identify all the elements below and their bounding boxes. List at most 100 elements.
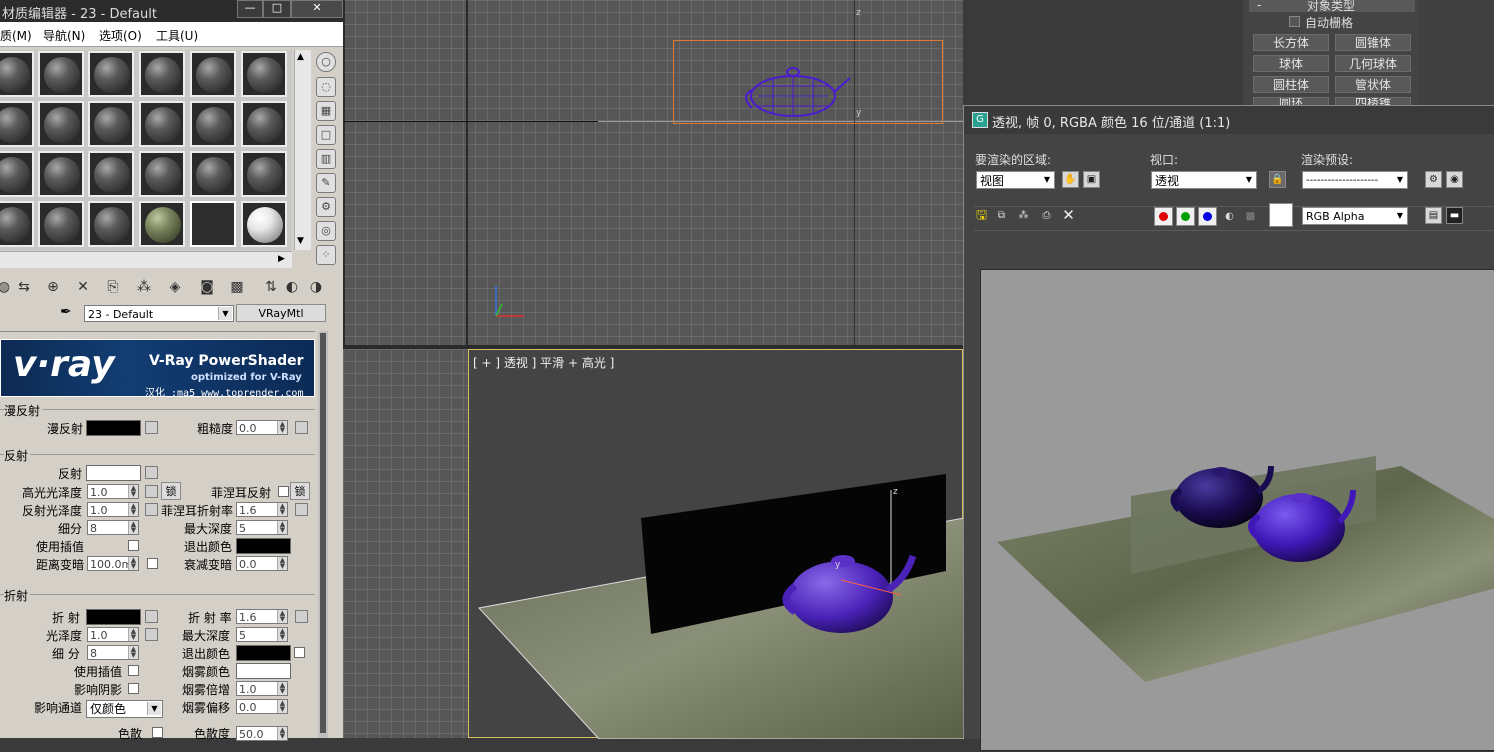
fog-mult-spinner[interactable]: 1.0 ▲ ▼ <box>236 681 288 696</box>
roughness-map-button[interactable] <box>295 421 308 434</box>
green-channel-toggle[interactable] <box>1176 207 1195 226</box>
material-slot[interactable] <box>38 151 84 197</box>
use-interp-checkbox[interactable] <box>128 540 139 551</box>
material-editor-titlebar[interactable]: 材质编辑器 - 23 - Default — □ ✕ <box>0 0 343 22</box>
subdivs-spinner[interactable]: 8 ▲ ▼ <box>87 520 139 535</box>
gloss-map-button[interactable] <box>145 628 158 641</box>
fog-color-swatch[interactable] <box>236 663 291 679</box>
params-scrollbar[interactable] <box>318 331 328 738</box>
refr-exit-color-swatch[interactable] <box>236 645 291 661</box>
area-select[interactable]: 视图 ▼ <box>976 171 1055 189</box>
refract-color-swatch[interactable] <box>86 609 141 625</box>
close-button[interactable]: ✕ <box>291 0 343 18</box>
channel-select[interactable]: RGB Alpha ▼ <box>1302 207 1408 225</box>
material-id-icon[interactable]: ◙ <box>197 277 217 297</box>
uv-tiling-icon[interactable]: □ <box>316 125 336 145</box>
material-slot[interactable] <box>139 101 185 147</box>
fresnel-checkbox[interactable] <box>278 486 289 497</box>
falloff-spinner[interactable]: 0.0 ▲ ▼ <box>236 556 288 571</box>
make-unique-icon[interactable]: ⁂ <box>134 277 154 297</box>
cone-button[interactable]: 圆锥体 <box>1335 34 1411 51</box>
make-preview-icon[interactable]: ✎ <box>316 173 336 193</box>
color-swatch[interactable] <box>1269 203 1293 227</box>
assign-material-icon[interactable]: ⊕ <box>43 277 63 297</box>
material-slot-stone[interactable] <box>139 201 185 247</box>
material-slot[interactable] <box>190 51 236 97</box>
max-depth-spinner[interactable]: 5 ▲ ▼ <box>236 520 288 535</box>
select-by-material-icon[interactable]: ◎ <box>316 221 336 241</box>
fresnel-ior-spinner[interactable]: 1.6 ▲ ▼ <box>236 502 288 517</box>
refr-use-interp-checkbox[interactable] <box>128 665 139 676</box>
hilight-gloss-map-button[interactable] <box>145 485 158 498</box>
material-type-button[interactable]: VRayMtl <box>236 304 326 322</box>
affect-channels-select[interactable]: 仅颜色 ▼ <box>86 700 163 718</box>
show-map-icon[interactable]: ▩ <box>227 277 247 297</box>
hilight-lock-button[interactable]: 锁 <box>161 482 181 500</box>
render-canvas[interactable] <box>980 269 1494 751</box>
left-viewport[interactable] <box>343 349 468 738</box>
minimize-button[interactable]: — <box>237 0 263 18</box>
lock-icon[interactable]: 🔒 <box>1269 171 1286 188</box>
red-channel-toggle[interactable] <box>1154 207 1173 226</box>
gloss-spinner[interactable]: 1.0 ▲ ▼ <box>87 627 139 642</box>
put-to-scene-icon[interactable]: ⇆ <box>14 277 34 297</box>
cylinder-button[interactable]: 圆柱体 <box>1253 76 1329 93</box>
go-sibling-icon[interactable]: ◑ <box>306 277 326 297</box>
material-navigator-icon[interactable]: ⁘ <box>316 245 336 265</box>
diffuse-map-button[interactable] <box>145 421 158 434</box>
viewport-select[interactable]: 透视 ▼ <box>1151 171 1257 189</box>
material-slot[interactable] <box>88 151 134 197</box>
material-name-field[interactable]: 23 - Default ▼ <box>84 305 234 322</box>
scroll-up-icon[interactable]: ▲ <box>297 52 304 62</box>
dist-dim-spinner[interactable]: 100.0m ▲ ▼ <box>87 556 139 571</box>
material-slot[interactable] <box>139 51 185 97</box>
refl-gloss-spinner[interactable]: 1.0 ▲ ▼ <box>87 502 139 517</box>
dist-dim-checkbox[interactable] <box>147 558 158 569</box>
roughness-spinner[interactable]: 0.0 ▲ ▼ <box>236 420 288 435</box>
options-icon[interactable]: ⚙ <box>316 197 336 217</box>
video-check-icon[interactable]: ▥ <box>316 149 336 169</box>
reflect-map-button[interactable] <box>145 466 158 479</box>
exit-color-swatch[interactable] <box>236 538 291 554</box>
rollout-header[interactable]: - 对象类型 <box>1249 0 1415 13</box>
material-slot-white[interactable] <box>241 201 287 247</box>
make-copy-icon[interactable]: ⎘ <box>103 277 123 297</box>
material-slot[interactable] <box>88 201 134 247</box>
fresnel-ior-map-button[interactable] <box>295 503 308 516</box>
fog-bias-spinner[interactable]: 0.0 ▲ ▼ <box>236 699 288 714</box>
menu-navigation[interactable]: 导航(N) <box>43 27 85 44</box>
region-icon[interactable]: ▣ <box>1083 171 1100 188</box>
top-viewport[interactable]: z y <box>343 0 963 345</box>
material-slot[interactable] <box>190 151 236 197</box>
material-slot[interactable] <box>0 201 34 247</box>
hilight-gloss-spinner[interactable]: 1.0 ▲ ▼ <box>87 484 139 499</box>
eyedropper-icon[interactable]: ✒ <box>60 304 72 320</box>
hand-icon[interactable]: ✋ <box>1062 171 1079 188</box>
box-button[interactable]: 长方体 <box>1253 34 1329 51</box>
refract-map-button[interactable] <box>145 610 158 623</box>
preset-select[interactable]: -------------------- ▼ <box>1302 171 1408 189</box>
mono-toggle-icon[interactable]: ▩ <box>1242 209 1259 226</box>
scroll-down-icon[interactable]: ▼ <box>297 236 304 246</box>
render-setup-icon[interactable]: ⚙ <box>1425 171 1442 188</box>
ior-map-button[interactable] <box>295 610 308 623</box>
material-slot[interactable] <box>241 101 287 147</box>
material-slot[interactable] <box>190 101 236 147</box>
material-slot[interactable] <box>139 151 185 197</box>
material-slot[interactable] <box>0 151 34 197</box>
material-slot[interactable] <box>38 101 84 147</box>
tube-button[interactable]: 管状体 <box>1335 76 1411 93</box>
print-icon[interactable]: ⎙ <box>1038 208 1055 225</box>
sample-type-icon[interactable]: ○ <box>316 52 336 72</box>
put-to-library-icon[interactable]: ◈ <box>165 277 185 297</box>
blue-channel-toggle[interactable] <box>1198 207 1217 226</box>
material-slot[interactable] <box>0 101 34 147</box>
material-slot[interactable] <box>241 151 287 197</box>
sphere-button[interactable]: 球体 <box>1253 55 1329 72</box>
background-icon[interactable]: ▦ <box>316 101 336 121</box>
environment-icon[interactable]: ◉ <box>1446 171 1463 188</box>
refl-gloss-map-button[interactable] <box>145 503 158 516</box>
affect-shadows-checkbox[interactable] <box>128 683 139 694</box>
menu-utilities[interactable]: 工具(U) <box>156 27 198 44</box>
autogrid-checkbox[interactable] <box>1289 16 1300 27</box>
